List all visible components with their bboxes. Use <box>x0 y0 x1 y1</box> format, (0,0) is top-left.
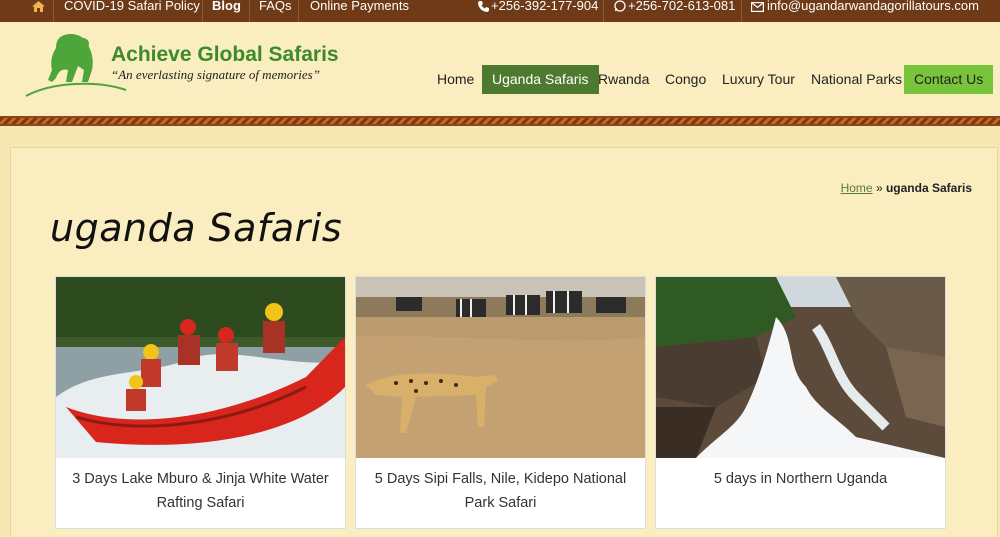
tour-card[interactable]: 3 Days Lake Mburo & Jinja White Water Ra… <box>55 276 346 529</box>
breadcrumb: Home » uganda Safaris <box>841 181 972 195</box>
covid-policy-link[interactable]: COVID-19 Safari Policy <box>64 0 200 22</box>
tour-card[interactable]: 5 days in Northern Uganda <box>655 276 946 529</box>
email-icon <box>751 0 765 22</box>
page-title: uganda Safaris <box>50 206 343 250</box>
decorative-border <box>0 116 1000 126</box>
whatsapp-icon <box>614 0 626 22</box>
phone-1[interactable]: +256-392-177-904 <box>491 0 598 22</box>
rafting-image[interactable] <box>56 277 345 458</box>
nav-congo[interactable]: Congo <box>665 65 706 94</box>
breadcrumb-separator: » <box>875 181 883 195</box>
tour-card[interactable]: 5 Days Sipi Falls, Nile, Kidepo National… <box>355 276 646 529</box>
breadcrumb-home[interactable]: Home <box>841 181 873 195</box>
online-payments-link[interactable]: Online Payments <box>310 0 409 22</box>
tour-card-title[interactable]: 5 days in Northern Uganda <box>664 467 937 491</box>
faqs-link[interactable]: FAQs <box>259 0 292 22</box>
zebra-cheetah-image[interactable] <box>356 277 645 458</box>
nav-luxury-tour[interactable]: Luxury Tour <box>722 65 795 94</box>
tour-card-title[interactable]: 3 Days Lake Mburo & Jinja White Water Ra… <box>64 467 337 515</box>
top-bar: COVID-19 Safari Policy Blog FAQs Online … <box>0 0 1000 22</box>
nav-home[interactable]: Home <box>437 65 474 94</box>
nav-contact-us[interactable]: Contact Us <box>904 65 994 94</box>
phone-2[interactable]: +256-702-613-081 <box>628 0 735 22</box>
tour-card-title[interactable]: 5 Days Sipi Falls, Nile, Kidepo National… <box>364 467 637 515</box>
nav-rwanda[interactable]: Rwanda <box>598 65 649 94</box>
phone-icon <box>478 0 489 22</box>
nav-uganda-safaris[interactable]: Uganda Safaris <box>482 65 599 94</box>
nav-national-parks[interactable]: National Parks <box>811 65 902 94</box>
blog-link[interactable]: Blog <box>212 0 241 22</box>
email-link[interactable]: info@ugandarwandagorillatours.com <box>767 0 979 22</box>
site-tagline: “An everlasting signature of memories” <box>111 67 320 82</box>
breadcrumb-current: uganda Safaris <box>885 181 972 195</box>
site-title[interactable]: Achieve Global Safaris <box>111 43 339 67</box>
waterfall-image[interactable] <box>656 277 945 458</box>
home-icon[interactable] <box>32 0 45 22</box>
